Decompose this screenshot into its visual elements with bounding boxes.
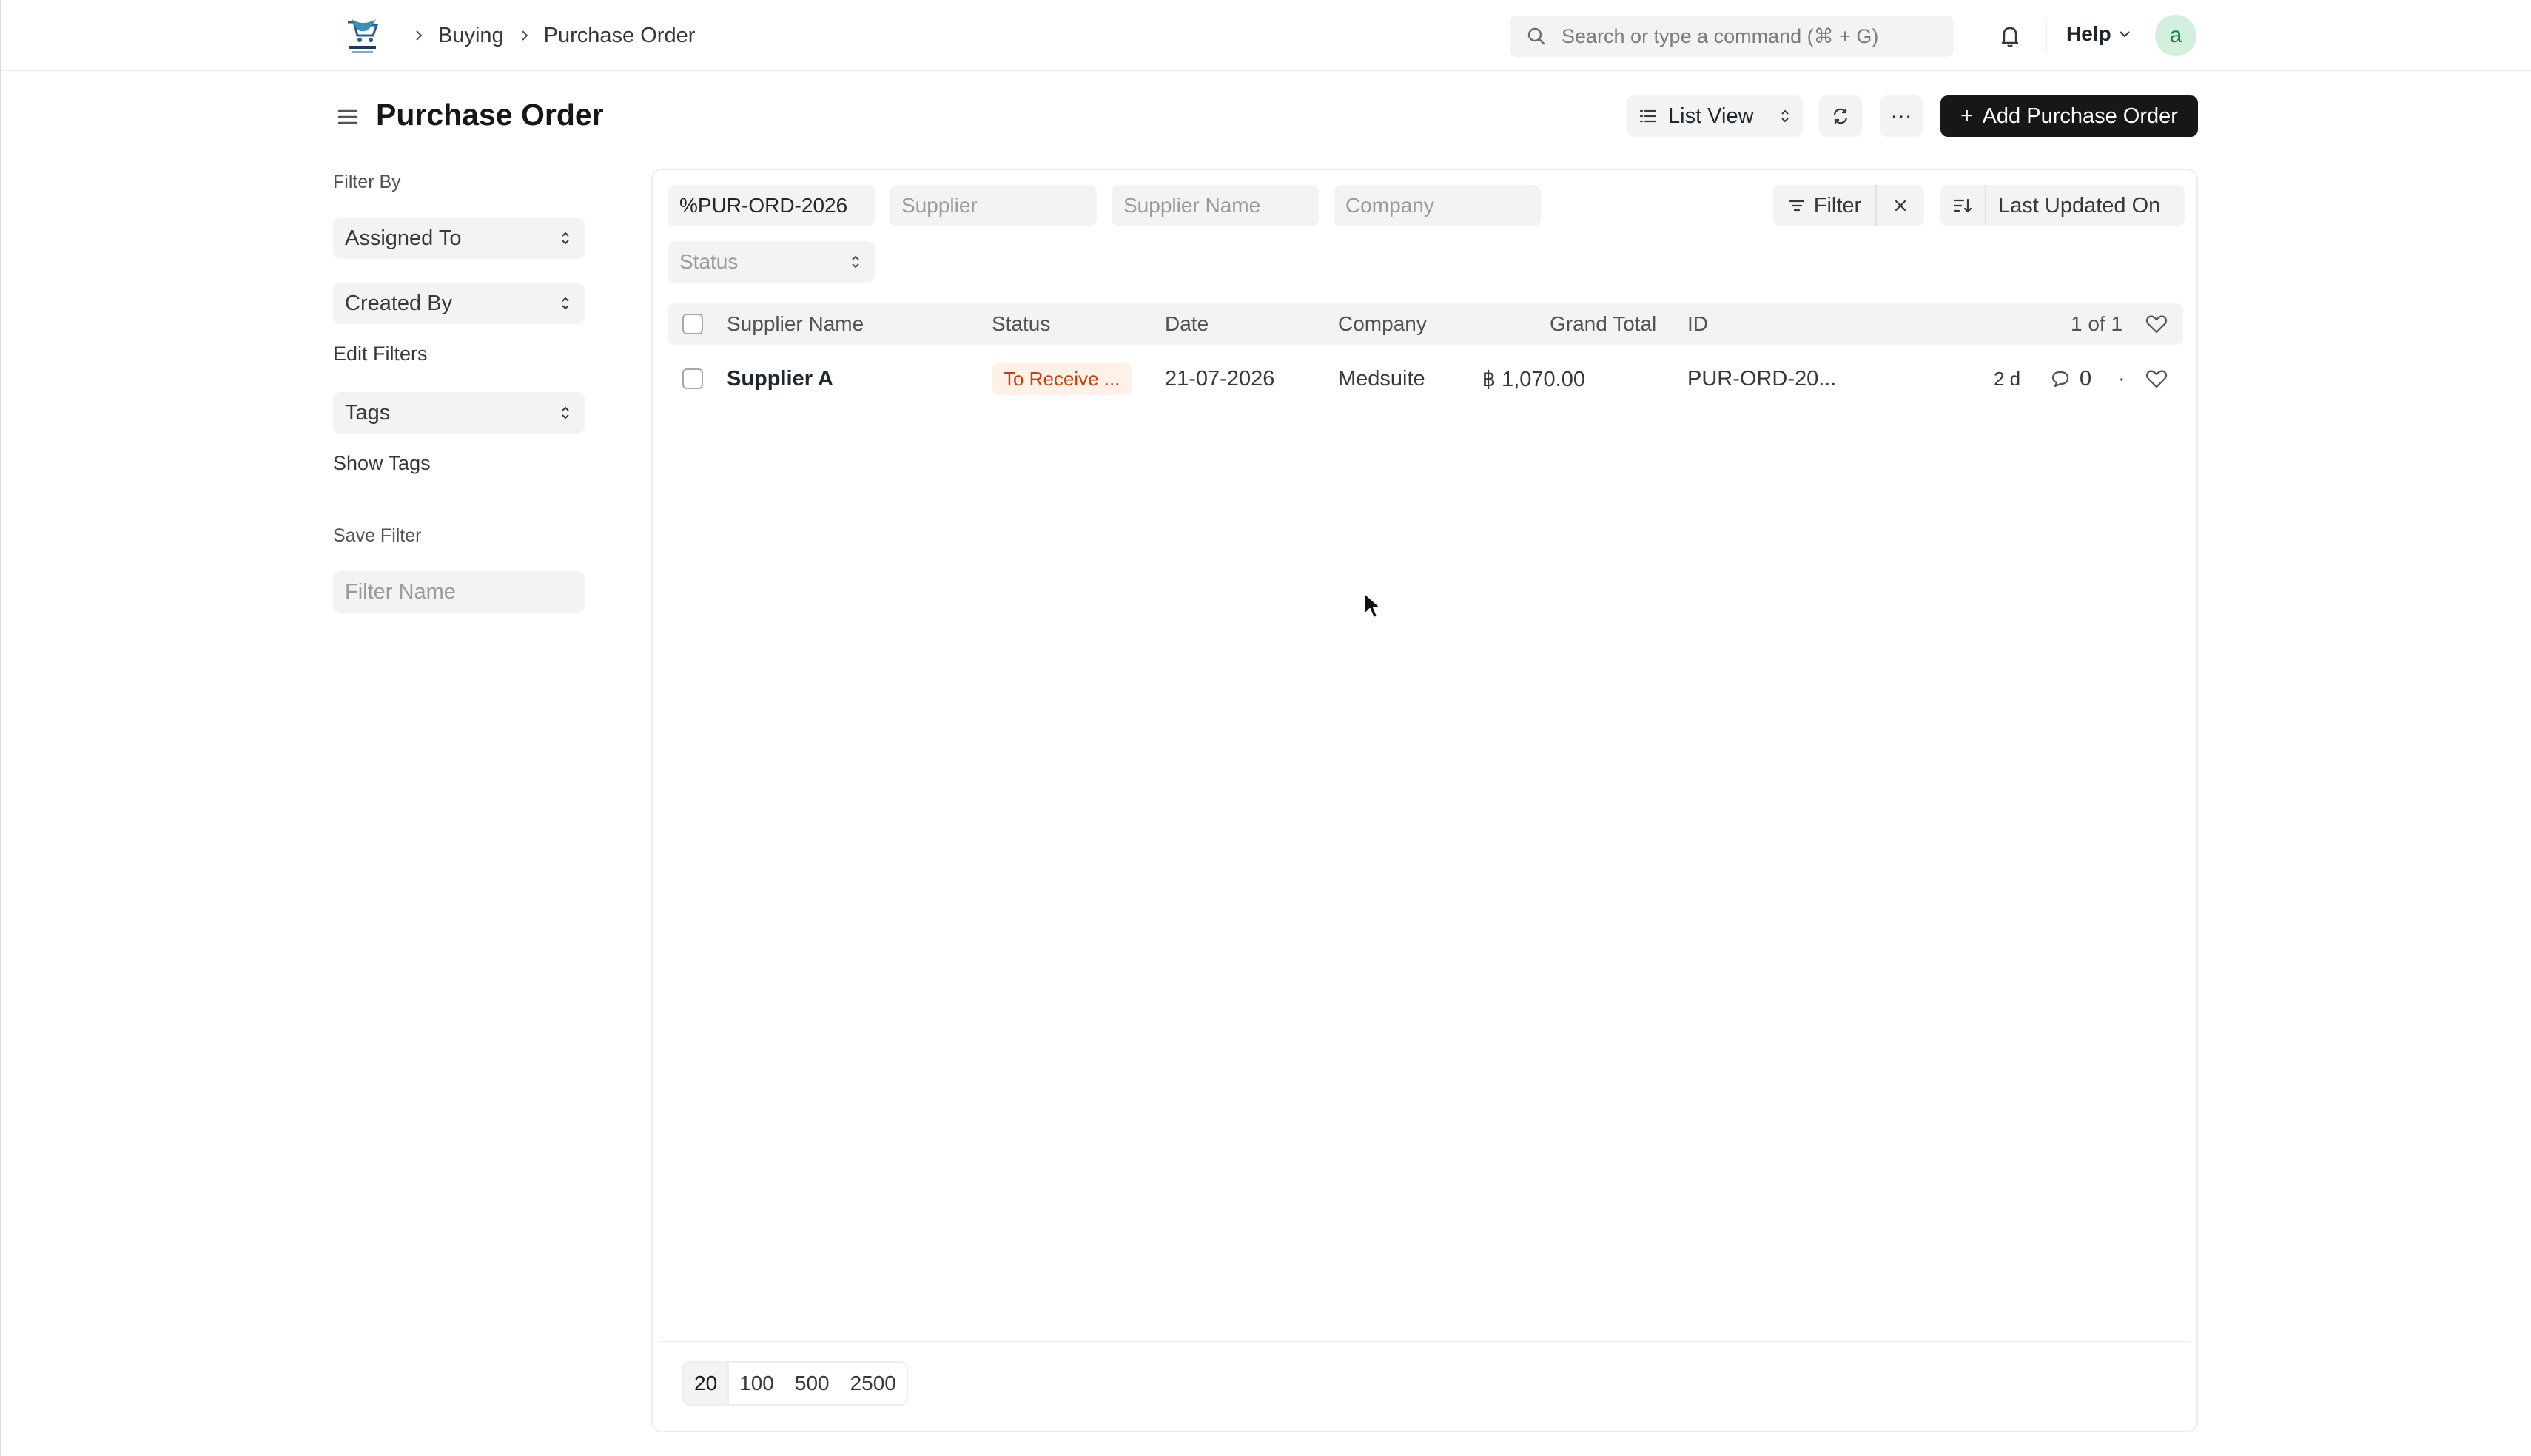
liked-filter-cell	[2145, 303, 2168, 345]
result-count: 1 of 1	[2071, 312, 2123, 335]
search-placeholder: Search or type a command (⌘ + G)	[1562, 24, 1879, 47]
add-button-label: Add Purchase Order	[1982, 104, 2178, 128]
created-by-select[interactable]: Created By	[333, 283, 585, 324]
refresh-button[interactable]	[1819, 95, 1862, 137]
status-filter-placeholder: Status	[679, 250, 739, 273]
column-header-date[interactable]: Date	[1165, 303, 1209, 345]
notification-bell-icon[interactable]	[1997, 22, 2023, 49]
close-icon	[1895, 200, 1906, 212]
plus-icon: +	[1960, 104, 1974, 128]
filter-label: Filter	[1813, 193, 1862, 218]
select-all-checkbox[interactable]	[682, 314, 703, 334]
separator-dot: ·	[2118, 366, 2125, 391]
table-header: Supplier Name Status Date Company Grand …	[668, 303, 2183, 345]
tags-label: Tags	[345, 400, 391, 425]
company-filter-input[interactable]: Company	[1334, 185, 1541, 226]
select-arrows-icon	[562, 232, 569, 245]
column-header-company[interactable]: Company	[1338, 303, 1427, 345]
sidebar-toggle-icon[interactable]	[336, 105, 360, 129]
comment-icon	[2051, 371, 2069, 388]
sort-descending-icon	[1953, 198, 1972, 213]
list-view-select[interactable]: List View	[1627, 95, 1803, 137]
date-cell: 21-07-2026	[1165, 366, 1275, 391]
filter-button[interactable]: Filter	[1773, 185, 1877, 226]
status-cell: To Receive ...	[992, 348, 1132, 410]
select-arrows-icon	[562, 297, 569, 310]
column-header-status[interactable]: Status	[992, 303, 1050, 345]
page-size-2500[interactable]: 2500	[840, 1363, 907, 1404]
save-filter-label: Save Filter	[333, 525, 422, 546]
edit-filters-link[interactable]: Edit Filters	[333, 343, 428, 365]
sort-direction-button[interactable]	[1940, 185, 1986, 226]
search-icon	[1527, 27, 1545, 45]
assigned-to-select[interactable]: Assigned To	[333, 218, 585, 259]
app-logo-icon[interactable]	[343, 16, 382, 56]
page-size-20[interactable]: 20	[684, 1363, 730, 1404]
filter-by-label: Filter By	[333, 172, 401, 192]
more-actions-button[interactable]: ···	[1880, 95, 1923, 137]
chevron-right-icon	[416, 30, 423, 41]
footer-divider	[660, 1341, 2191, 1342]
top-navbar: Buying Purchase Order Search or type a c…	[1, 0, 2531, 71]
add-purchase-order-button[interactable]: + Add Purchase Order	[1940, 95, 2198, 137]
list-icon	[1639, 109, 1657, 123]
assigned-to-label: Assigned To	[345, 226, 462, 250]
filter-name-input[interactable]: Filter Name	[333, 571, 585, 613]
navbar-divider	[2046, 18, 2047, 53]
select-arrows-icon	[1781, 109, 1789, 123]
avatar[interactable]: a	[2155, 15, 2196, 56]
supplier-filter-input[interactable]: Supplier	[890, 185, 1097, 226]
page-size-500[interactable]: 500	[784, 1363, 840, 1404]
app-window: Buying Purchase Order Search or type a c…	[0, 0, 2531, 1456]
tags-select[interactable]: Tags	[333, 392, 585, 434]
sort-control: Last Updated On	[1940, 185, 2185, 226]
page-size-100[interactable]: 100	[729, 1363, 784, 1404]
supplier-name-filter-input[interactable]: Supplier Name	[1112, 185, 1319, 226]
breadcrumb: Buying Purchase Order	[407, 19, 695, 52]
select-arrows-icon	[852, 255, 859, 269]
row-checkbox[interactable]	[682, 368, 703, 389]
sort-field-button[interactable]: Last Updated On	[1986, 185, 2185, 226]
comment-count[interactable]: 0	[2048, 348, 2091, 410]
id-cell: PUR-ORD-20...	[1687, 366, 1837, 391]
id-filter-input[interactable]: %PUR-ORD-2026	[668, 185, 875, 226]
select-all-cell	[682, 303, 703, 345]
status-filter-select[interactable]: Status	[668, 241, 875, 283]
table-row[interactable]: Supplier A To Receive ... 21-07-2026 Med…	[668, 348, 2183, 410]
column-header-supplier-name[interactable]: Supplier Name	[727, 303, 864, 345]
help-label: Help	[2066, 22, 2111, 45]
breadcrumb-purchase-order[interactable]: Purchase Order	[544, 24, 696, 48]
modified-time: 2 d	[1994, 367, 2021, 390]
show-tags-link[interactable]: Show Tags	[333, 452, 431, 475]
page-title: Purchase Order	[376, 98, 604, 132]
column-header-grand-total[interactable]: Grand Total	[1550, 303, 1656, 345]
clear-filters-button[interactable]	[1877, 185, 1924, 226]
page-size-selector: 20 100 500 2500	[682, 1361, 908, 1406]
mouse-cursor-icon	[1364, 593, 1381, 619]
heart-icon[interactable]	[2145, 312, 2168, 336]
chevron-down-icon	[2119, 31, 2130, 38]
company-cell: Medsuite	[1338, 366, 1425, 391]
breadcrumb-buying[interactable]: Buying	[438, 24, 504, 48]
grand-total-cell: ฿ 1,070.00	[1482, 367, 1585, 391]
column-header-id[interactable]: ID	[1687, 303, 1708, 345]
help-dropdown[interactable]: Help	[2066, 22, 2132, 46]
refresh-icon	[1833, 108, 1848, 124]
search-input[interactable]: Search or type a command (⌘ + G)	[1510, 16, 1954, 57]
heart-icon[interactable]	[2145, 367, 2168, 391]
supplier-name-cell[interactable]: Supplier A	[727, 348, 833, 410]
select-arrows-icon	[562, 406, 569, 419]
row-select-cell	[682, 348, 703, 410]
filter-icon	[1789, 200, 1804, 212]
created-by-label: Created By	[345, 291, 453, 315]
comment-count-value: 0	[2080, 366, 2092, 391]
chevron-right-icon	[521, 30, 528, 41]
list-view-label: List View	[1668, 104, 1754, 128]
like-cell	[2145, 348, 2168, 410]
filter-control: Filter	[1773, 185, 1924, 226]
list-panel: %PUR-ORD-2026 Supplier Supplier Name Com…	[651, 169, 2198, 1432]
status-badge: To Receive ...	[992, 363, 1132, 395]
